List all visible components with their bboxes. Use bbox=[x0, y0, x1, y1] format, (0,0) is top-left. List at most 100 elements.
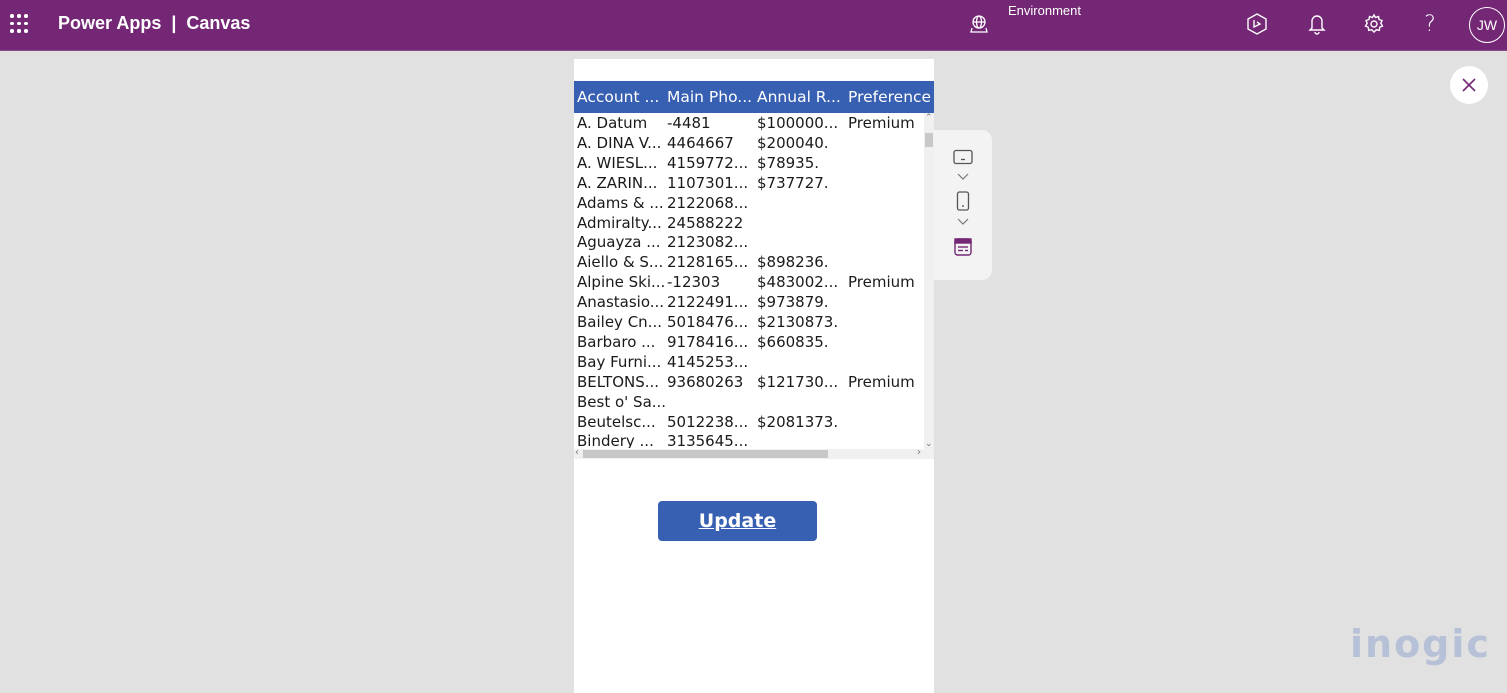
cell-main-phone: 2128165... bbox=[667, 253, 749, 272]
user-avatar[interactable]: JW bbox=[1469, 7, 1505, 43]
table-header: Account ... Main Pho... Annual R... Pref… bbox=[574, 81, 934, 113]
cell-main-phone: 4145253... bbox=[667, 352, 749, 371]
cell-annual-revenue: $973879. bbox=[757, 293, 829, 312]
cell-account-name: A. WIESL... bbox=[577, 153, 658, 172]
cell-account-name: A. DINA V... bbox=[577, 133, 662, 152]
cell-account-name: Aguayza ... bbox=[577, 233, 661, 252]
table-row[interactable]: A. ZARIN... 1107301... $737727. bbox=[574, 173, 924, 193]
table-row[interactable]: Aiello & S... 2128165... $898236. bbox=[574, 252, 924, 272]
cell-annual-revenue: $78935. bbox=[757, 153, 820, 172]
scroll-left-icon[interactable]: ‹ bbox=[575, 447, 579, 458]
cell-main-phone: 2122068... bbox=[667, 193, 749, 212]
cell-annual-revenue: $2081373. bbox=[757, 412, 839, 431]
inogic-watermark-logo: inogic bbox=[1350, 622, 1491, 666]
phone-layout-icon[interactable] bbox=[952, 190, 974, 212]
horizontal-scrollbar[interactable]: ‹ › bbox=[574, 447, 934, 459]
column-header-main-phone[interactable]: Main Pho... bbox=[667, 88, 755, 106]
cell-annual-revenue: $898236. bbox=[757, 253, 829, 272]
cell-preference: Premium bbox=[848, 372, 915, 391]
cell-main-phone: 4159772... bbox=[667, 153, 749, 172]
cell-account-name: BELTONS... bbox=[577, 372, 660, 391]
cell-account-name: Bay Furni... bbox=[577, 352, 662, 371]
cell-annual-revenue: $483002... bbox=[757, 273, 839, 292]
table-row[interactable]: Bay Furni... 4145253... bbox=[574, 352, 924, 372]
tablet-layout-icon[interactable] bbox=[952, 146, 974, 168]
top-bar: Power Apps | Canvas Environment ? JW bbox=[0, 0, 1507, 51]
cell-main-phone: 9178416... bbox=[667, 332, 749, 351]
column-header-preference[interactable]: Preference bbox=[848, 88, 934, 106]
table-row[interactable]: Barbaro ... 9178416... $660835. bbox=[574, 332, 924, 352]
cell-account-name: Alpine Ski... bbox=[577, 273, 665, 292]
scroll-up-icon[interactable]: ⌃ bbox=[925, 113, 933, 123]
horizontal-scroll-thumb[interactable] bbox=[583, 450, 828, 458]
close-icon bbox=[1462, 78, 1476, 92]
device-layout-panel bbox=[934, 130, 992, 280]
cell-annual-revenue: $2130873. bbox=[757, 313, 839, 331]
column-header-account-name[interactable]: Account ... bbox=[577, 88, 665, 106]
cell-main-phone: 93680263 bbox=[667, 372, 744, 391]
title-separator: | bbox=[171, 13, 177, 33]
help-question-icon[interactable]: ? bbox=[1418, 12, 1442, 37]
cell-account-name: Anastasio... bbox=[577, 293, 665, 312]
form-view-icon[interactable] bbox=[952, 236, 974, 258]
waffle-icon[interactable] bbox=[10, 14, 30, 34]
cell-account-name: Best o' Sa... bbox=[577, 392, 665, 411]
section-name: Canvas bbox=[186, 13, 251, 33]
cell-main-phone: -12303 bbox=[667, 273, 721, 292]
cell-account-name: A. ZARIN... bbox=[577, 173, 658, 192]
settings-gear-icon[interactable] bbox=[1362, 12, 1386, 36]
copilot-icon[interactable] bbox=[1245, 12, 1269, 36]
cell-account-name: Barbaro ... bbox=[577, 332, 656, 351]
table-body: A. Datum -4481 $100000... Premium A. DINA V.… bbox=[574, 113, 924, 448]
app-name[interactable]: Power Apps bbox=[58, 13, 161, 34]
cell-account-name: A. Datum bbox=[577, 114, 648, 132]
app-title: Power Apps | Canvas bbox=[58, 13, 250, 34]
cell-annual-revenue: $737727. bbox=[757, 173, 829, 192]
scroll-right-icon[interactable]: › bbox=[917, 447, 921, 458]
app-canvas-screen: Account ... Main Pho... Annual R... Pref… bbox=[574, 59, 934, 693]
table-row[interactable]: A. WIESL... 4159772... $78935. bbox=[574, 153, 924, 173]
cell-main-phone: 5018476... bbox=[667, 313, 749, 331]
environment-icon[interactable] bbox=[968, 13, 990, 35]
table-row[interactable]: A. Datum -4481 $100000... Premium bbox=[574, 113, 924, 133]
chevron-down-icon[interactable] bbox=[952, 166, 974, 188]
cell-account-name: Bailey Cn... bbox=[577, 313, 662, 331]
cell-main-phone: 3135645... bbox=[667, 432, 749, 448]
cell-preference: Premium bbox=[848, 273, 915, 292]
cell-annual-revenue: $121730... bbox=[757, 372, 839, 391]
table-row[interactable]: Beutelsc... 5012238... $2081373. bbox=[574, 412, 924, 432]
scroll-down-icon[interactable]: ⌄ bbox=[925, 439, 933, 449]
accounts-data-table[interactable]: Account ... Main Pho... Annual R... Pref… bbox=[574, 81, 934, 459]
table-row[interactable]: Best o' Sa... bbox=[574, 392, 924, 412]
cell-account-name: Bindery ... bbox=[577, 432, 654, 448]
environment-label[interactable]: Environment bbox=[1008, 3, 1081, 18]
table-row[interactable]: Anastasio... 2122491... $973879. bbox=[574, 292, 924, 312]
table-row[interactable]: Adams & ... 2122068... bbox=[574, 193, 924, 213]
cell-account-name: Beutelsc... bbox=[577, 412, 656, 431]
table-row[interactable]: Bailey Cn... 5018476... $2130873. bbox=[574, 312, 924, 332]
table-row[interactable]: Aguayza ... 2123082... bbox=[574, 232, 924, 252]
close-button[interactable] bbox=[1450, 66, 1488, 104]
chevron-down-icon[interactable] bbox=[952, 211, 974, 233]
table-row[interactable]: A. DINA V... 4464667 $200040. bbox=[574, 133, 924, 153]
notification-bell-icon[interactable] bbox=[1305, 12, 1329, 36]
cell-main-phone: 2123082... bbox=[667, 233, 749, 252]
cell-main-phone: 5012238... bbox=[667, 412, 749, 431]
table-row[interactable]: Alpine Ski... -12303 $483002... Premium bbox=[574, 272, 924, 292]
vertical-scrollbar[interactable]: ⌃ ⌄ bbox=[924, 113, 934, 449]
cell-annual-revenue: $200040. bbox=[757, 133, 829, 152]
vertical-scroll-thumb[interactable] bbox=[925, 133, 933, 147]
cell-account-name: Adams & ... bbox=[577, 193, 664, 212]
cell-main-phone: 1107301... bbox=[667, 173, 749, 192]
table-row[interactable]: Admiralty... 24588222 bbox=[574, 213, 924, 233]
column-header-annual-revenue[interactable]: Annual R... bbox=[757, 88, 845, 106]
table-row[interactable]: BELTONS... 93680263 $121730... Premium bbox=[574, 372, 924, 392]
cell-annual-revenue: $100000... bbox=[757, 114, 839, 132]
cell-account-name: Admiralty... bbox=[577, 213, 662, 232]
cell-main-phone: 4464667 bbox=[667, 133, 734, 152]
cell-annual-revenue: $660835. bbox=[757, 332, 829, 351]
cell-main-phone: 24588222 bbox=[667, 213, 744, 232]
cell-main-phone: -4481 bbox=[667, 114, 711, 132]
update-button[interactable]: Update bbox=[658, 501, 817, 541]
table-row[interactable]: Bindery ... 3135645... bbox=[574, 431, 924, 448]
